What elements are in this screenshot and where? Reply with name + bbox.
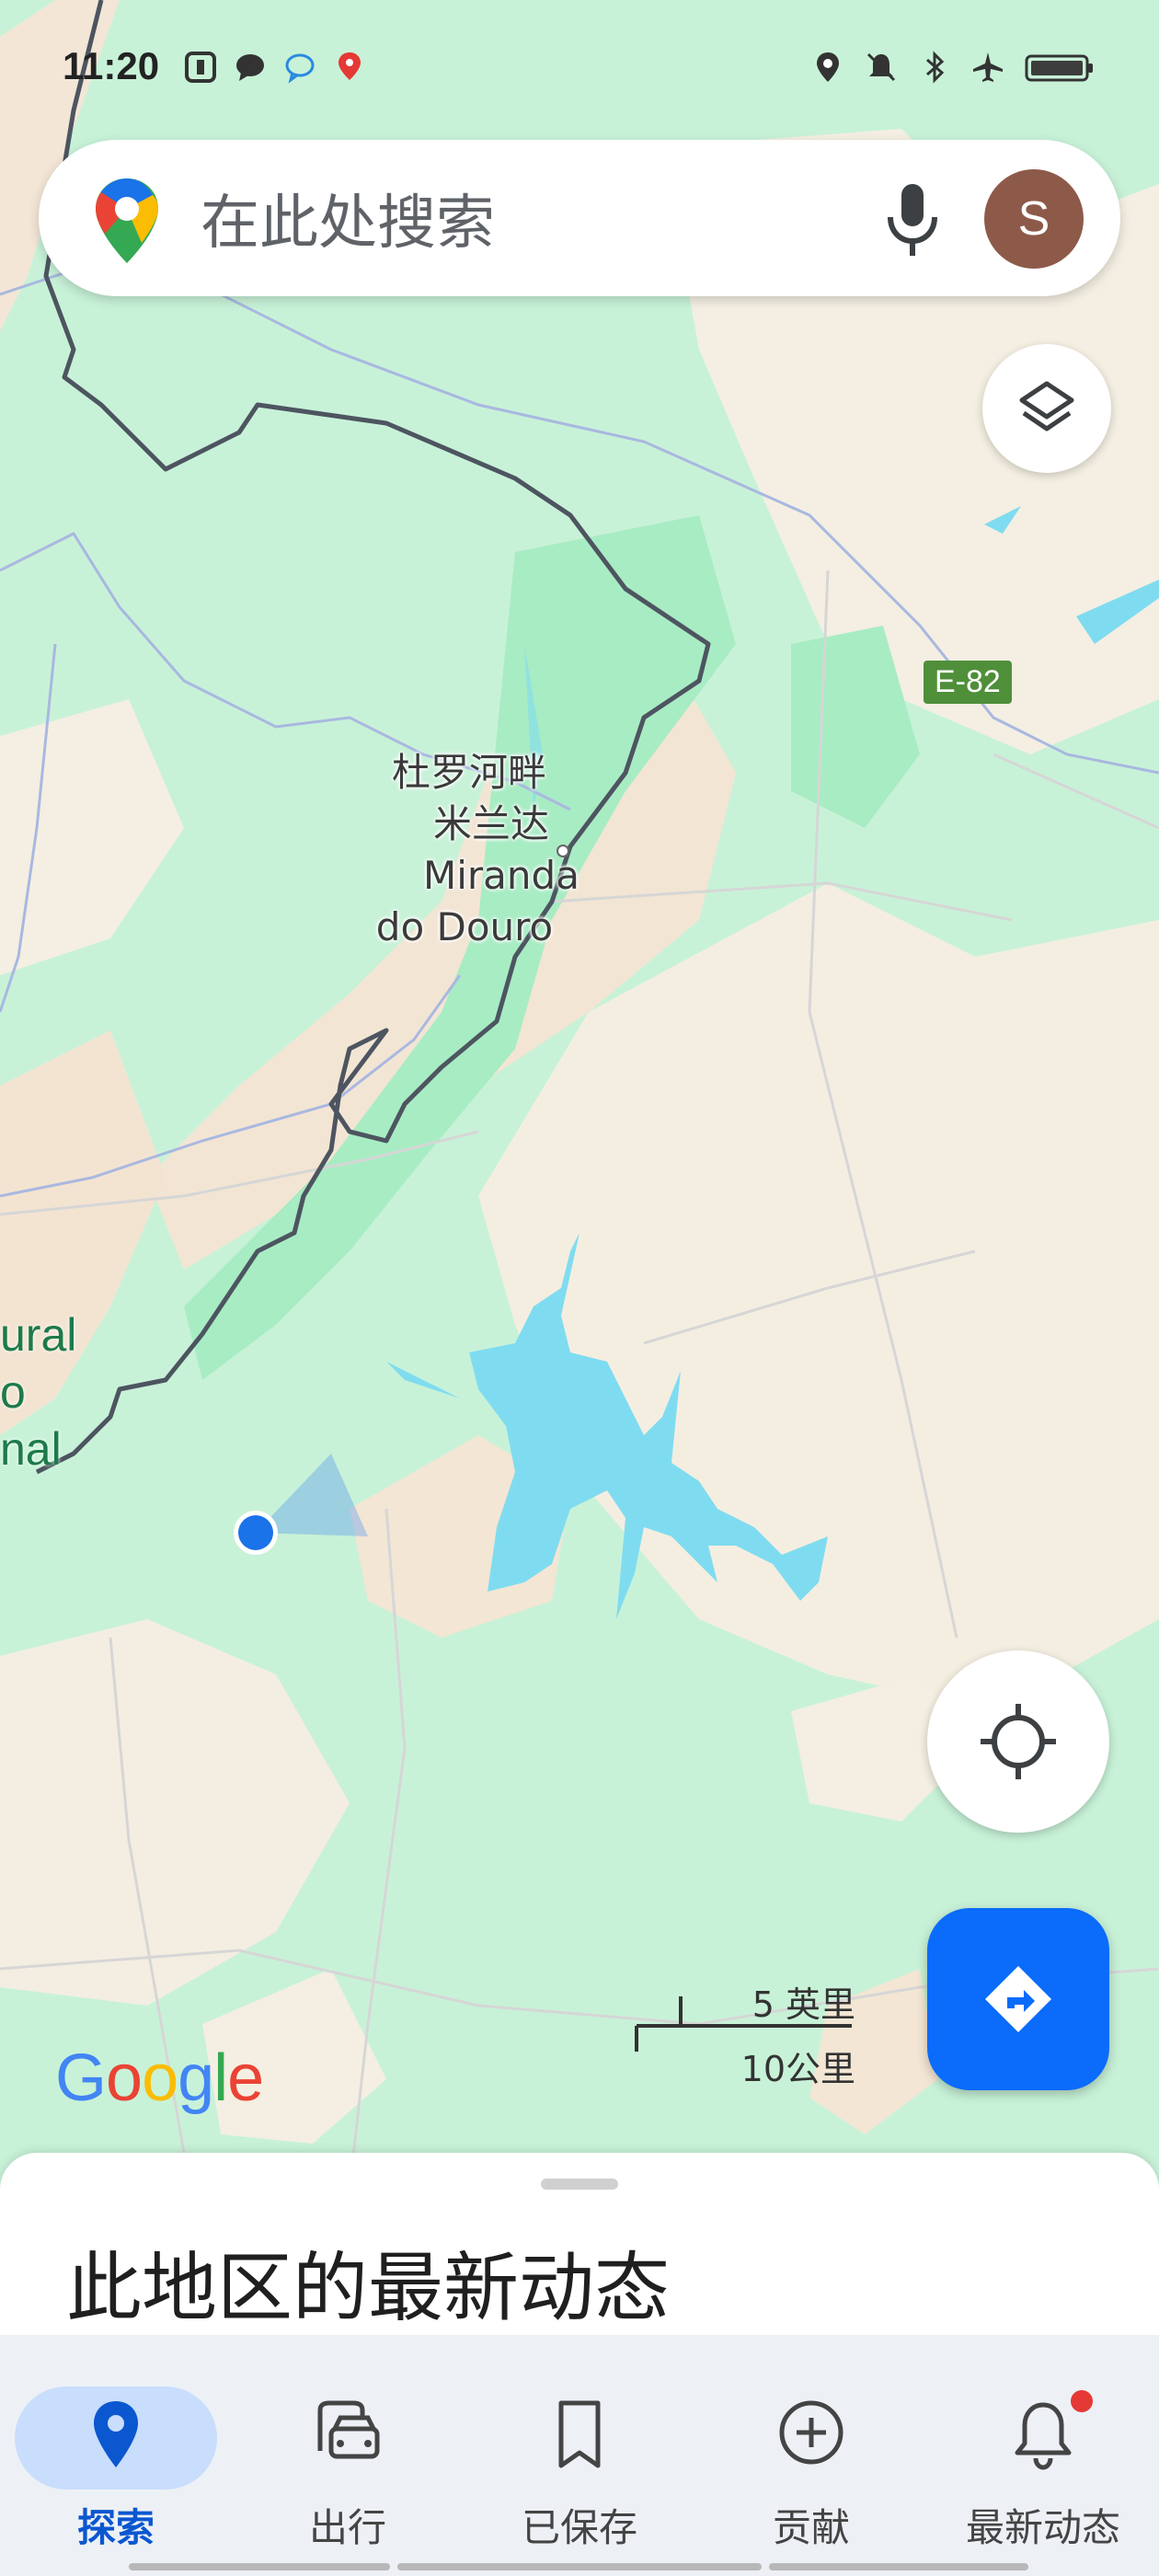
- avatar[interactable]: S: [984, 169, 1084, 269]
- nav-label-saved: 已保存: [521, 2505, 637, 2550]
- place-label-cn-1: 杜罗河畔: [391, 750, 546, 795]
- layers-button[interactable]: [982, 344, 1111, 473]
- gesture-bar: [129, 2563, 390, 2570]
- my-location-button[interactable]: [927, 1650, 1109, 1833]
- place-label-en-1: Miranda: [423, 853, 580, 898]
- nav-explore[interactable]: 探索: [0, 2335, 232, 2576]
- crosshair-icon: [981, 1704, 1056, 1779]
- location-icon: [817, 52, 839, 82]
- status-left-icons: [184, 51, 366, 84]
- bluetooth-icon: [926, 51, 945, 84]
- nav-label-contribute: 贡献: [772, 2505, 850, 2550]
- bottom-nav: 探索 出行 已保存 贡献 最新动态: [0, 2335, 1159, 2576]
- bookmark-icon: [558, 2400, 601, 2468]
- map-pin-icon: [339, 52, 361, 80]
- bottom-sheet[interactable]: 此地区的最新动态: [0, 2153, 1159, 2337]
- notification-icon: [185, 52, 216, 83]
- nav-contribute[interactable]: 贡献: [695, 2335, 927, 2576]
- battery-icon: [1025, 54, 1093, 82]
- scale-km: 10公里: [740, 2049, 855, 2089]
- commute-car-icon: [317, 2400, 380, 2459]
- explore-pin-icon: [94, 2401, 138, 2467]
- map-scale: 5 英里 10公里: [635, 1976, 855, 2089]
- google-logo: Google: [55, 2041, 264, 2115]
- sheet-drag-handle[interactable]: [541, 2179, 618, 2190]
- nav-label-updates: 最新动态: [965, 2505, 1120, 2550]
- nav-label-explore: 探索: [76, 2505, 155, 2550]
- status-right-icons: [811, 51, 1095, 84]
- nav-saved[interactable]: 已保存: [464, 2335, 695, 2576]
- chat-icon: [236, 54, 264, 81]
- side-label-line2: o: [0, 1366, 26, 1418]
- directions-icon: [985, 1966, 1051, 2032]
- mute-icon: [866, 52, 896, 82]
- gesture-bar: [397, 2563, 762, 2570]
- place-label-cn-2: 米兰达: [432, 801, 549, 846]
- status-time: 11:20: [63, 44, 160, 87]
- notification-badge: [1071, 2390, 1093, 2412]
- side-label-line3: nal: [0, 1423, 62, 1475]
- status-bar: 11:20: [0, 0, 1159, 138]
- gesture-bar: [769, 2563, 1028, 2570]
- road-shield-e82: E-82: [924, 661, 1012, 704]
- nav-commute[interactable]: 出行: [232, 2335, 464, 2576]
- nav-updates[interactable]: 最新动态: [927, 2335, 1159, 2576]
- nav-label-commute: 出行: [308, 2505, 386, 2550]
- side-label-line1: ural: [0, 1309, 77, 1361]
- layers-icon: [1019, 381, 1074, 431]
- search-bar[interactable]: 在此处搜索 S: [39, 140, 1120, 296]
- add-circle-icon: [779, 2400, 843, 2465]
- sheet-title: 此地区的最新动态: [66, 2245, 671, 2332]
- directions-button[interactable]: [927, 1908, 1109, 2090]
- search-input[interactable]: 在此处搜索: [201, 176, 495, 260]
- place-label[interactable]: 杜罗河畔 米兰达 Miranda do Douro: [368, 747, 580, 953]
- airplane-icon: [973, 52, 1003, 82]
- mic-icon[interactable]: [876, 180, 949, 259]
- google-maps-logo-icon: [96, 178, 158, 263]
- place-label-en-2: do Douro: [375, 904, 554, 949]
- message-icon: [285, 53, 315, 84]
- side-park-label[interactable]: ural o nal: [0, 1306, 76, 1478]
- bell-icon: [1015, 2402, 1072, 2470]
